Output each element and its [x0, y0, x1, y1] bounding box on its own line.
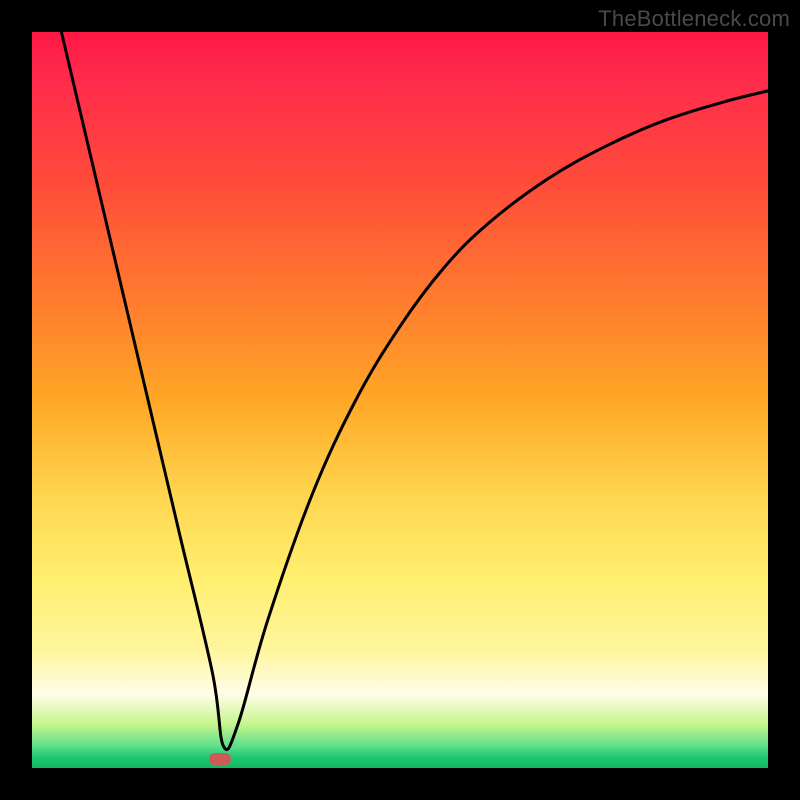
- min-marker: [209, 753, 231, 765]
- chart-frame: TheBottleneck.com: [0, 0, 800, 800]
- plot-area: [32, 32, 768, 768]
- watermark-text: TheBottleneck.com: [598, 6, 790, 32]
- bottleneck-curve: [32, 32, 768, 768]
